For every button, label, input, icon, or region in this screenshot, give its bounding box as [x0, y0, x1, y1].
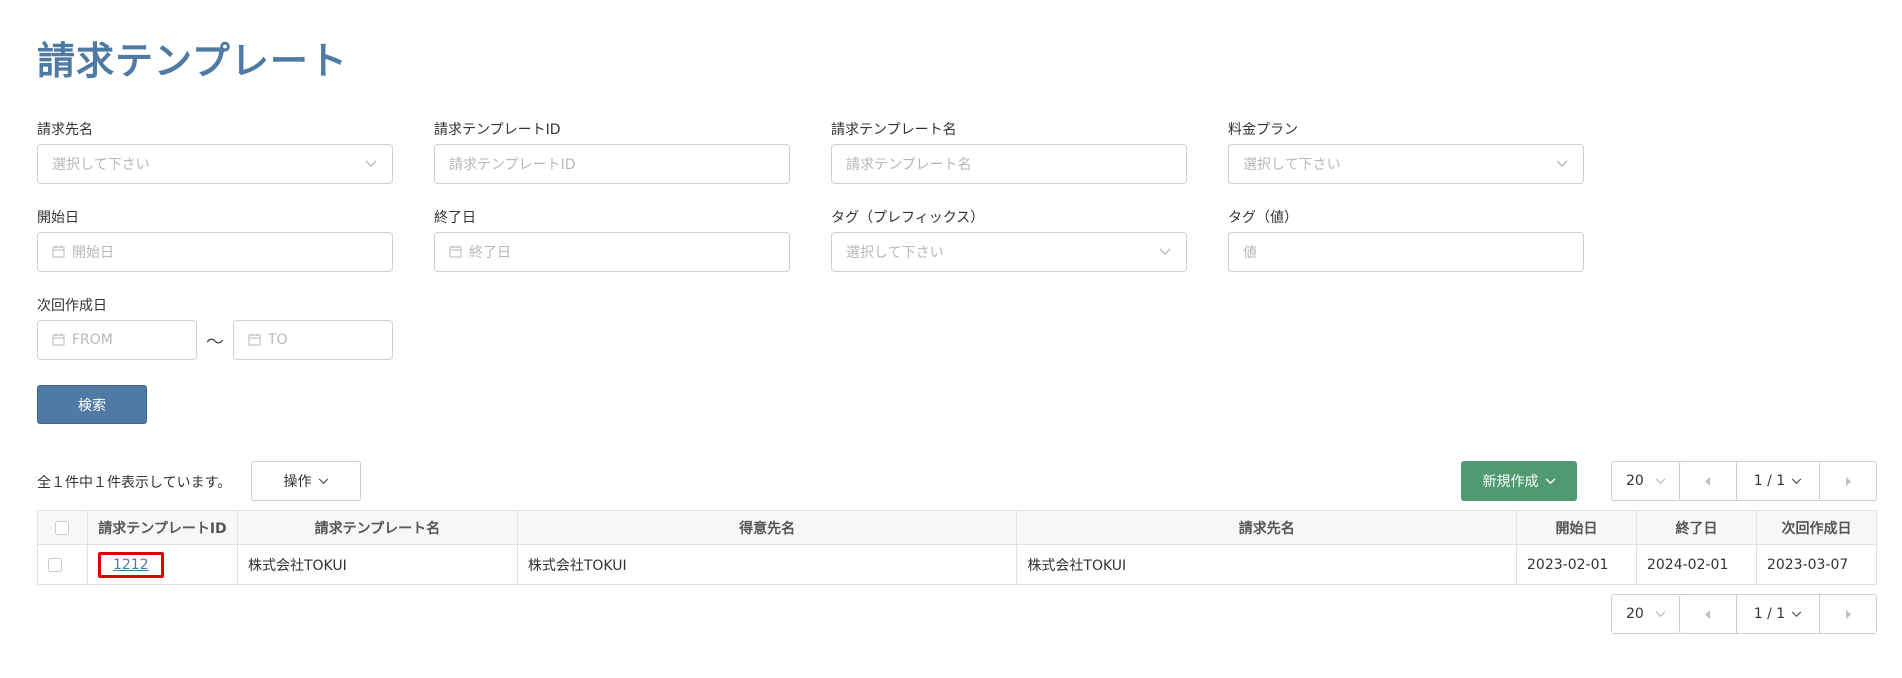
template-id-link[interactable]: 1212 — [97, 551, 164, 578]
filter-template-name-label: 請求テンプレート名 — [831, 122, 957, 138]
col-start-date[interactable]: 開始日 — [1516, 510, 1637, 545]
chevron-down-icon — [1655, 473, 1666, 489]
filter-tag-value: タグ（値） 値 — [1228, 208, 1584, 272]
pagination-bottom: 1 / 1 — [1679, 594, 1877, 634]
filter-start-date-label: 開始日 — [37, 210, 79, 226]
from-placeholder: FROM — [72, 332, 113, 348]
operations-dropdown[interactable]: 操作 — [251, 461, 361, 501]
col-template-name[interactable]: 請求テンプレート名 — [236, 510, 518, 545]
filter-start-date: 開始日 開始日 — [37, 208, 393, 272]
filter-end-date: 終了日 終了日 — [434, 208, 790, 272]
page-select[interactable]: 1 / 1 — [1736, 595, 1820, 633]
page-size-value: 20 — [1626, 606, 1644, 622]
operations-label: 操作 — [283, 474, 312, 490]
filter-price-plan-label: 料金プラン — [1228, 122, 1298, 138]
range-separator: ～ — [206, 332, 224, 353]
chevron-down-icon — [364, 157, 378, 171]
template-id-input[interactable]: 請求テンプレートID — [434, 144, 790, 184]
row-select-cell — [37, 544, 88, 585]
filter-tag-prefix: タグ（プレフィックス） 選択して下さい — [831, 208, 1187, 272]
chevron-down-icon — [1791, 606, 1802, 622]
chevron-down-icon — [1655, 606, 1666, 622]
page-title: 請求テンプレート — [37, 39, 348, 83]
page-select[interactable]: 1 / 1 — [1736, 462, 1820, 500]
chevron-down-icon — [1555, 157, 1569, 171]
chevron-down-icon — [318, 473, 329, 489]
select-all-cell — [37, 510, 88, 545]
tag-prefix-placeholder: 選択して下さい — [846, 245, 944, 261]
calendar-icon — [449, 245, 463, 259]
filter-tag-value-label: タグ（値） — [1228, 210, 1298, 226]
col-next-created[interactable]: 次回作成日 — [1755, 510, 1878, 545]
row-checkbox[interactable] — [48, 557, 62, 572]
filter-next-created: 次回作成日 FROM ～ TO — [37, 296, 393, 360]
results-table: 請求テンプレートID 請求テンプレート名 得意先名 請求先名 開始日 終了日 次… — [37, 510, 1878, 585]
cell-start-date: 2023-02-01 — [1516, 544, 1637, 585]
filter-template-name: 請求テンプレート名 請求テンプレート名 — [831, 120, 1187, 184]
search-button[interactable]: 検索 — [37, 385, 147, 424]
chevron-down-icon — [1545, 473, 1556, 489]
tag-value-input[interactable]: 値 — [1228, 232, 1584, 272]
filter-billing-to-label: 請求先名 — [37, 122, 93, 138]
table-header-row: 請求テンプレートID 請求テンプレート名 得意先名 請求先名 開始日 終了日 次… — [37, 510, 1878, 545]
col-end-date[interactable]: 終了日 — [1635, 510, 1757, 545]
pagination-top: 1 / 1 — [1679, 461, 1877, 501]
price-plan-placeholder: 選択して下さい — [1243, 157, 1341, 173]
start-date-placeholder: 開始日 — [72, 245, 114, 261]
page-size-value: 20 — [1626, 473, 1644, 489]
page-indicator: 1 / 1 — [1753, 606, 1786, 622]
billing-to-select[interactable]: 選択して下さい — [37, 144, 393, 184]
page-size-select-top[interactable]: 20 — [1611, 461, 1681, 501]
prev-page-button[interactable] — [1680, 462, 1736, 500]
col-template-id[interactable]: 請求テンプレートID — [86, 510, 238, 545]
col-customer-name[interactable]: 得意先名 — [516, 510, 1018, 545]
tag-value-placeholder: 値 — [1243, 245, 1257, 261]
filter-tag-prefix-label: タグ（プレフィックス） — [831, 210, 985, 226]
table-row: 1212 株式会社TOKUI 株式会社TOKUI 株式会社TOKUI 2023-… — [37, 544, 1878, 585]
end-date-input[interactable]: 終了日 — [434, 232, 790, 272]
filter-billing-to: 請求先名 選択して下さい — [37, 120, 393, 184]
calendar-icon — [52, 333, 66, 347]
cell-next-created: 2023-03-07 — [1755, 544, 1878, 585]
next-created-to-input[interactable]: TO — [233, 320, 393, 360]
cell-end-date: 2024-02-01 — [1635, 544, 1757, 585]
cell-customer-name: 株式会社TOKUI — [516, 544, 1018, 585]
new-create-button[interactable]: 新規作成 — [1461, 461, 1577, 501]
filter-template-id-label: 請求テンプレートID — [434, 122, 561, 138]
filter-template-id: 請求テンプレートID 請求テンプレートID — [434, 120, 790, 184]
cell-template-name: 株式会社TOKUI — [236, 544, 518, 585]
to-placeholder: TO — [268, 332, 288, 348]
template-name-input[interactable]: 請求テンプレート名 — [831, 144, 1187, 184]
chevron-down-icon — [1158, 245, 1172, 259]
template-name-placeholder: 請求テンプレート名 — [846, 157, 972, 173]
template-id-placeholder: 請求テンプレートID — [449, 157, 576, 173]
cell-billing-name: 株式会社TOKUI — [1016, 544, 1518, 585]
prev-page-button[interactable] — [1680, 595, 1736, 633]
col-billing-name[interactable]: 請求先名 — [1016, 510, 1518, 545]
next-created-from-input[interactable]: FROM — [37, 320, 197, 360]
start-date-input[interactable]: 開始日 — [37, 232, 393, 272]
tag-prefix-select[interactable]: 選択して下さい — [831, 232, 1187, 272]
calendar-icon — [248, 333, 262, 347]
chevron-down-icon — [1791, 473, 1802, 489]
filter-next-created-label: 次回作成日 — [37, 298, 107, 314]
result-count-text: 全１件中１件表示しています。 — [37, 475, 232, 491]
page-size-select-bottom[interactable]: 20 — [1611, 594, 1681, 634]
billing-to-placeholder: 選択して下さい — [52, 157, 150, 173]
price-plan-select[interactable]: 選択して下さい — [1228, 144, 1584, 184]
calendar-icon — [52, 245, 66, 259]
page-indicator: 1 / 1 — [1753, 473, 1786, 489]
filter-price-plan: 料金プラン 選択して下さい — [1228, 120, 1584, 184]
select-all-checkbox[interactable] — [55, 520, 70, 535]
next-page-button[interactable] — [1820, 462, 1876, 500]
next-page-button[interactable] — [1820, 595, 1876, 633]
new-create-label: 新規作成 — [1482, 474, 1539, 490]
end-date-placeholder: 終了日 — [469, 245, 511, 261]
filter-end-date-label: 終了日 — [434, 210, 476, 226]
cell-template-id: 1212 — [86, 544, 238, 585]
